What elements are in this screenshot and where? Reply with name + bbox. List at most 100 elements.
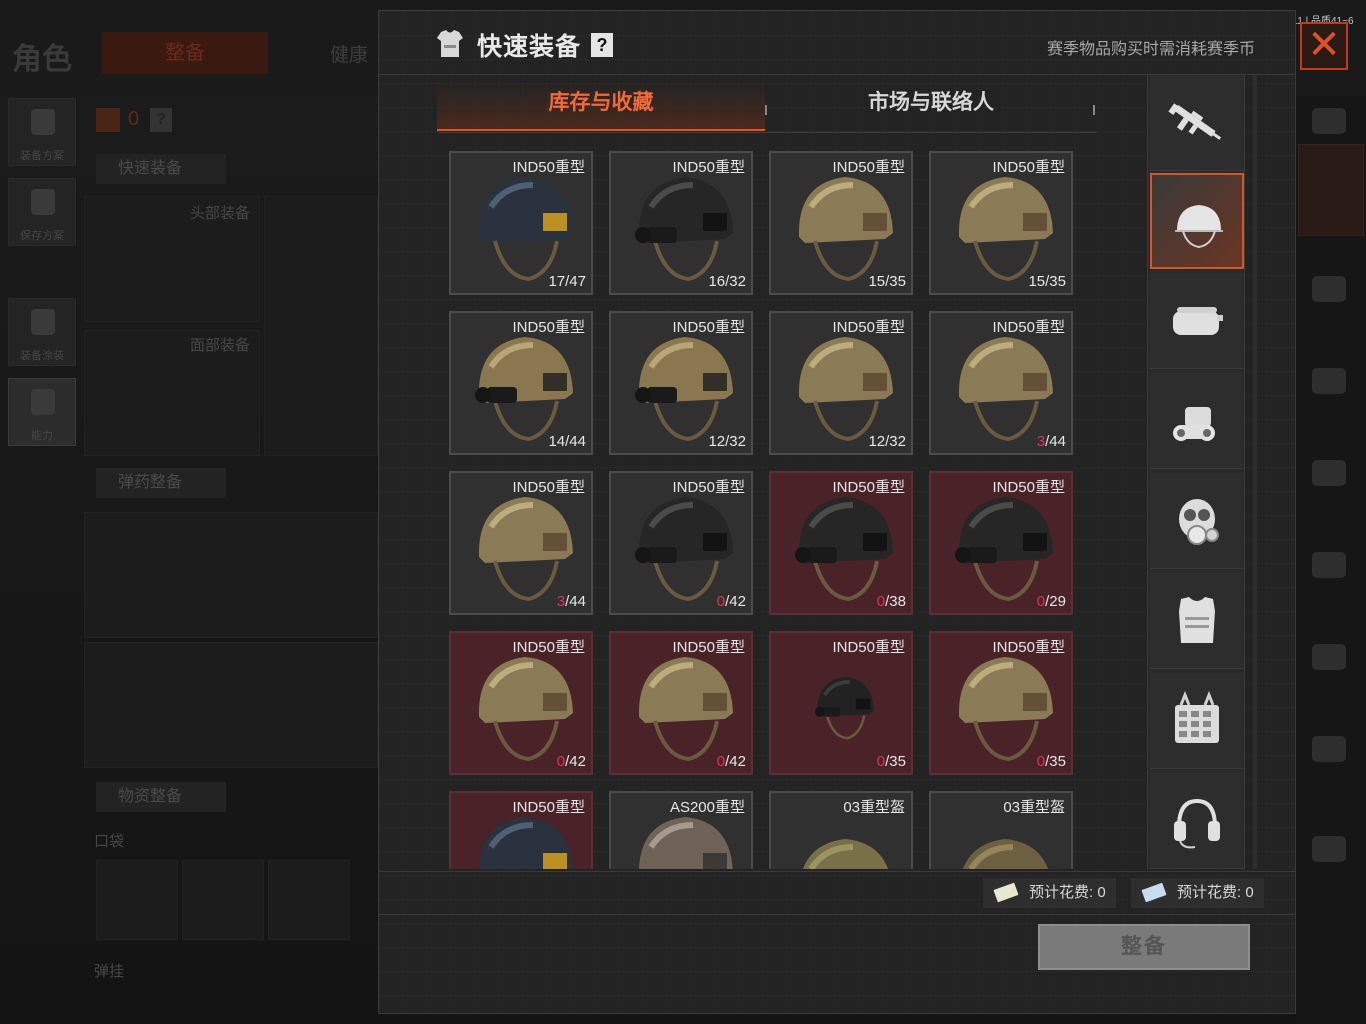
tab-inventory[interactable]: 库存与收藏	[437, 81, 765, 131]
background-right-column	[1296, 96, 1366, 1024]
equip-button[interactable]: 整备	[1038, 924, 1250, 970]
item-count-total: /32	[725, 433, 746, 450]
category-rifle[interactable]	[1150, 75, 1244, 171]
nav-ability: 能力	[8, 378, 76, 446]
background-face-label: 面部装备	[190, 337, 251, 354]
estimated-cost-label: 预计花费: 0	[1177, 884, 1254, 901]
background-tab-health: 健康	[330, 45, 369, 66]
item-name: IND50重型	[992, 319, 1065, 336]
item-count-total: /32	[725, 273, 746, 290]
item-count: 0/42	[717, 753, 746, 770]
tab-separator	[1093, 105, 1095, 115]
cost-row: 预计花费: 0 预计花费: 0	[379, 871, 1295, 915]
item-count-total: /38	[885, 593, 906, 610]
item-name: IND50重型	[992, 639, 1065, 656]
item-card[interactable]: IND50重型 0/42	[609, 471, 753, 615]
item-name: IND50重型	[672, 639, 745, 656]
category-headset[interactable]	[1150, 773, 1244, 869]
item-card[interactable]: IND50重型 12/32	[609, 311, 753, 455]
item-card[interactable]: IND50重型 0/42	[609, 631, 753, 775]
background-weapon-slot-2	[84, 642, 378, 768]
item-count: 3/44	[557, 593, 586, 610]
help-button[interactable]: ?	[591, 33, 613, 57]
item-count: 15/35	[868, 273, 906, 290]
item-card[interactable]: 03重型盔	[769, 791, 913, 869]
close-button[interactable]: ✕	[1300, 22, 1348, 70]
item-name: IND50重型	[672, 479, 745, 496]
item-count-owned: 0	[556, 753, 566, 770]
item-count-owned: 15	[1028, 273, 1046, 290]
item-name: AS200重型	[669, 799, 745, 816]
background-coins: 0	[128, 108, 140, 130]
category-night-vision[interactable]	[1150, 373, 1244, 469]
item-count: 0/42	[717, 593, 746, 610]
item-card[interactable]: IND50重型 15/35	[769, 151, 913, 295]
item-card[interactable]: 03重型盔	[929, 791, 1073, 869]
item-name: IND50重型	[832, 319, 905, 336]
item-name: 03重型盔	[1003, 799, 1065, 816]
item-card[interactable]: IND50重型 17/47	[449, 151, 593, 295]
item-count: 12/32	[868, 433, 906, 450]
item-name: 03重型盔	[843, 799, 905, 816]
category-gas-mask[interactable]	[1150, 473, 1244, 569]
background-title: 角色	[12, 43, 72, 76]
category-chest-rig[interactable]	[1150, 673, 1244, 769]
item-card[interactable]: AS200重型	[609, 791, 753, 869]
ticket-icon	[993, 882, 1019, 903]
item-count-owned: 16	[708, 273, 726, 290]
item-count-owned: 15	[868, 273, 886, 290]
modal-title: 快速装备	[477, 33, 582, 61]
background-weapon-slot-1	[84, 512, 378, 638]
item-grid: IND50重型 17/47 IND50重型 16/32 IND50重型 15/35 IND5…	[449, 151, 1089, 869]
background-rifle-icon	[1312, 368, 1346, 394]
item-card[interactable]: IND50重型 0/38	[769, 471, 913, 615]
item-card[interactable]: IND50重型 14/44	[449, 311, 593, 455]
game-screen: 角色 整备 健康 装备方案 保存方案 装备涂装 能力 0 ? 快速装备 头部装备…	[0, 0, 1366, 1024]
item-name: IND50重型	[512, 159, 585, 176]
background-mag-icon	[1312, 460, 1346, 486]
item-count: 15/35	[1028, 273, 1066, 290]
estimated-cost-2: 预计花费: 0	[1131, 878, 1264, 908]
item-card[interactable]: IND50重型 0/35	[769, 631, 913, 775]
category-face[interactable]	[1150, 273, 1244, 369]
item-card[interactable]: IND50重型 3/44	[449, 471, 593, 615]
nav-save-plan: 保存方案	[8, 178, 76, 246]
item-count-owned: 0	[876, 753, 886, 770]
tab-market[interactable]: 市场与联络人	[767, 81, 1095, 131]
item-name: IND50重型	[672, 159, 745, 176]
item-card[interactable]: IND50重型 0/29	[929, 471, 1073, 615]
item-card[interactable]: IND50重型 3/44	[929, 311, 1073, 455]
item-count: 0/29	[1037, 593, 1066, 610]
armor-vest-icon	[437, 30, 463, 57]
item-name: IND50重型	[512, 319, 585, 336]
item-card[interactable]: IND50重型 16/32	[609, 151, 753, 295]
item-card[interactable]: IND50重型 12/32	[769, 311, 913, 455]
category-helmet[interactable]	[1150, 173, 1244, 269]
background-help: ?	[150, 108, 172, 132]
sidebar-scrollbar[interactable]	[1253, 75, 1257, 869]
background-figure-slot	[264, 196, 378, 456]
item-count-owned: 0	[1036, 593, 1046, 610]
rifle-icon	[1168, 103, 1222, 140]
category-body-armor[interactable]	[1150, 573, 1244, 669]
item-count-total: /42	[565, 753, 586, 770]
item-card[interactable]: IND50重型 0/35	[929, 631, 1073, 775]
item-name: IND50重型	[512, 479, 585, 496]
item-name: IND50重型	[992, 479, 1065, 496]
estimated-cost-1: 预计花费: 0	[983, 878, 1116, 908]
item-count-total: /44	[565, 593, 586, 610]
item-name: IND50重型	[512, 639, 585, 656]
item-count: 16/32	[708, 273, 746, 290]
background-pocket-slot-2	[182, 860, 264, 940]
season-purchase-note: 赛季物品购买时需消耗赛季币	[1046, 41, 1255, 58]
background-nvg-icon	[1312, 276, 1346, 302]
item-card[interactable]: IND50重型	[449, 791, 593, 869]
background-pocket-label: 口袋	[94, 833, 125, 850]
body-armor-icon	[1179, 597, 1215, 643]
item-count-owned: 0	[1036, 753, 1046, 770]
item-card[interactable]: IND50重型 0/42	[449, 631, 593, 775]
nav-loadout-plan: 装备方案	[8, 98, 76, 166]
item-count-owned: 14	[548, 433, 566, 450]
item-card[interactable]: IND50重型 15/35	[929, 151, 1073, 295]
item-count: 0/38	[877, 593, 906, 610]
